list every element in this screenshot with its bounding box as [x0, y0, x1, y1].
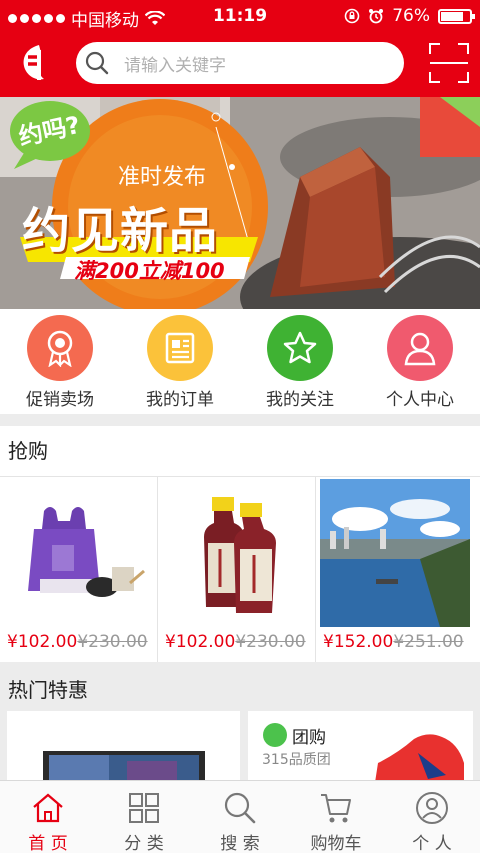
banner-headline: 约见新品: [22, 203, 219, 259]
original-price: ¥251.00: [393, 632, 464, 652]
status-right: 76%: [344, 6, 475, 26]
group-buy-icon: [263, 723, 287, 747]
search-icon: [224, 792, 256, 824]
header: 中国移动 11:19 76% 请输入关键字: [0, 0, 480, 97]
current-price: ¥152.00: [323, 632, 394, 652]
tab-bar: 首 页 分 类 搜 索 购物车 个 人: [0, 780, 480, 853]
flash-sale-title: 抢购: [0, 426, 480, 476]
product-price: ¥102.00¥230.00: [7, 632, 148, 652]
original-price: ¥230.00: [235, 632, 306, 652]
tab-label: 个 人: [412, 834, 452, 853]
cart-icon: [321, 794, 351, 823]
star-icon: [267, 315, 333, 381]
banner-tagline: 准时发布: [118, 165, 207, 190]
alarm-icon: [369, 9, 384, 24]
product-card[interactable]: ¥102.00¥230.00: [0, 477, 158, 662]
hot-deal-card[interactable]: [7, 711, 240, 791]
quick-nav-label: 我的关注: [266, 390, 334, 410]
order-icon: [147, 315, 213, 381]
battery-icon: [438, 8, 475, 24]
product-price: ¥102.00¥230.00: [165, 632, 306, 652]
product-image: [320, 479, 470, 627]
product-card[interactable]: ¥152.00¥251.00: [316, 477, 480, 662]
quick-nav-label: 个人中心: [386, 390, 454, 410]
search-icon: [85, 51, 109, 75]
laptop-image: [43, 751, 205, 791]
quick-nav-follow[interactable]: 我的关注: [240, 309, 360, 414]
group-buy-card[interactable]: 团购 315品质团: [248, 711, 473, 791]
tab-label: 购物车: [310, 834, 362, 853]
tab-category[interactable]: 分 类: [96, 781, 192, 853]
flash-sale-list: ¥102.00¥230.00 ¥102.00¥230.00 ¥152.00¥25…: [0, 477, 480, 662]
medal-icon: [27, 315, 93, 381]
hot-deals-title: 热门特惠: [8, 678, 88, 702]
search-bar[interactable]: 请输入关键字: [76, 42, 404, 84]
scan-icon[interactable]: [428, 42, 470, 84]
quick-nav-profile[interactable]: 个人中心: [360, 309, 480, 414]
group-buy-subtitle: 315品质团: [262, 752, 331, 768]
product-image: [162, 479, 312, 627]
promo-banner[interactable]: 约吗? 准时发布 约见新品 满200立减100: [0, 97, 480, 309]
tab-label: 首 页: [28, 834, 68, 853]
brand-logo-icon[interactable]: [18, 42, 60, 84]
current-price: ¥102.00: [7, 632, 78, 652]
quick-nav-label: 促销卖场: [26, 390, 94, 410]
person-icon: [416, 792, 448, 824]
product-image: [4, 479, 154, 627]
group-buy-title: 团购: [292, 728, 326, 748]
app: 中国移动 11:19 76% 请输入关键字 约吗? 准时发布 约见新品 满200…: [0, 0, 480, 853]
home-icon: [33, 793, 63, 823]
original-price: ¥230.00: [77, 632, 148, 652]
battery-label: 76%: [392, 6, 430, 26]
rotation-lock-icon: [344, 8, 360, 24]
quick-nav: 促销卖场 我的订单 我的关注 个人中心: [0, 309, 480, 414]
tab-personal[interactable]: 个 人: [384, 781, 480, 853]
category-icon: [129, 793, 159, 823]
quick-nav-promo[interactable]: 促销卖场: [0, 309, 120, 414]
tab-label: 搜 索: [220, 834, 260, 853]
user-icon: [387, 315, 453, 381]
tab-search[interactable]: 搜 索: [192, 781, 288, 853]
quick-nav-label: 我的订单: [146, 390, 214, 410]
current-price: ¥102.00: [165, 632, 236, 652]
tab-label: 分 类: [124, 834, 164, 853]
search-placeholder: 请输入关键字: [124, 55, 226, 76]
product-card[interactable]: ¥102.00¥230.00: [158, 477, 316, 662]
status-bar: 中国移动 11:19 76%: [0, 0, 480, 32]
tab-home[interactable]: 首 页: [0, 781, 96, 853]
banner-offer: 满200立减100: [74, 259, 225, 283]
tab-cart[interactable]: 购物车: [288, 781, 384, 853]
quick-nav-orders[interactable]: 我的订单: [120, 309, 240, 414]
product-price: ¥152.00¥251.00: [323, 632, 464, 652]
